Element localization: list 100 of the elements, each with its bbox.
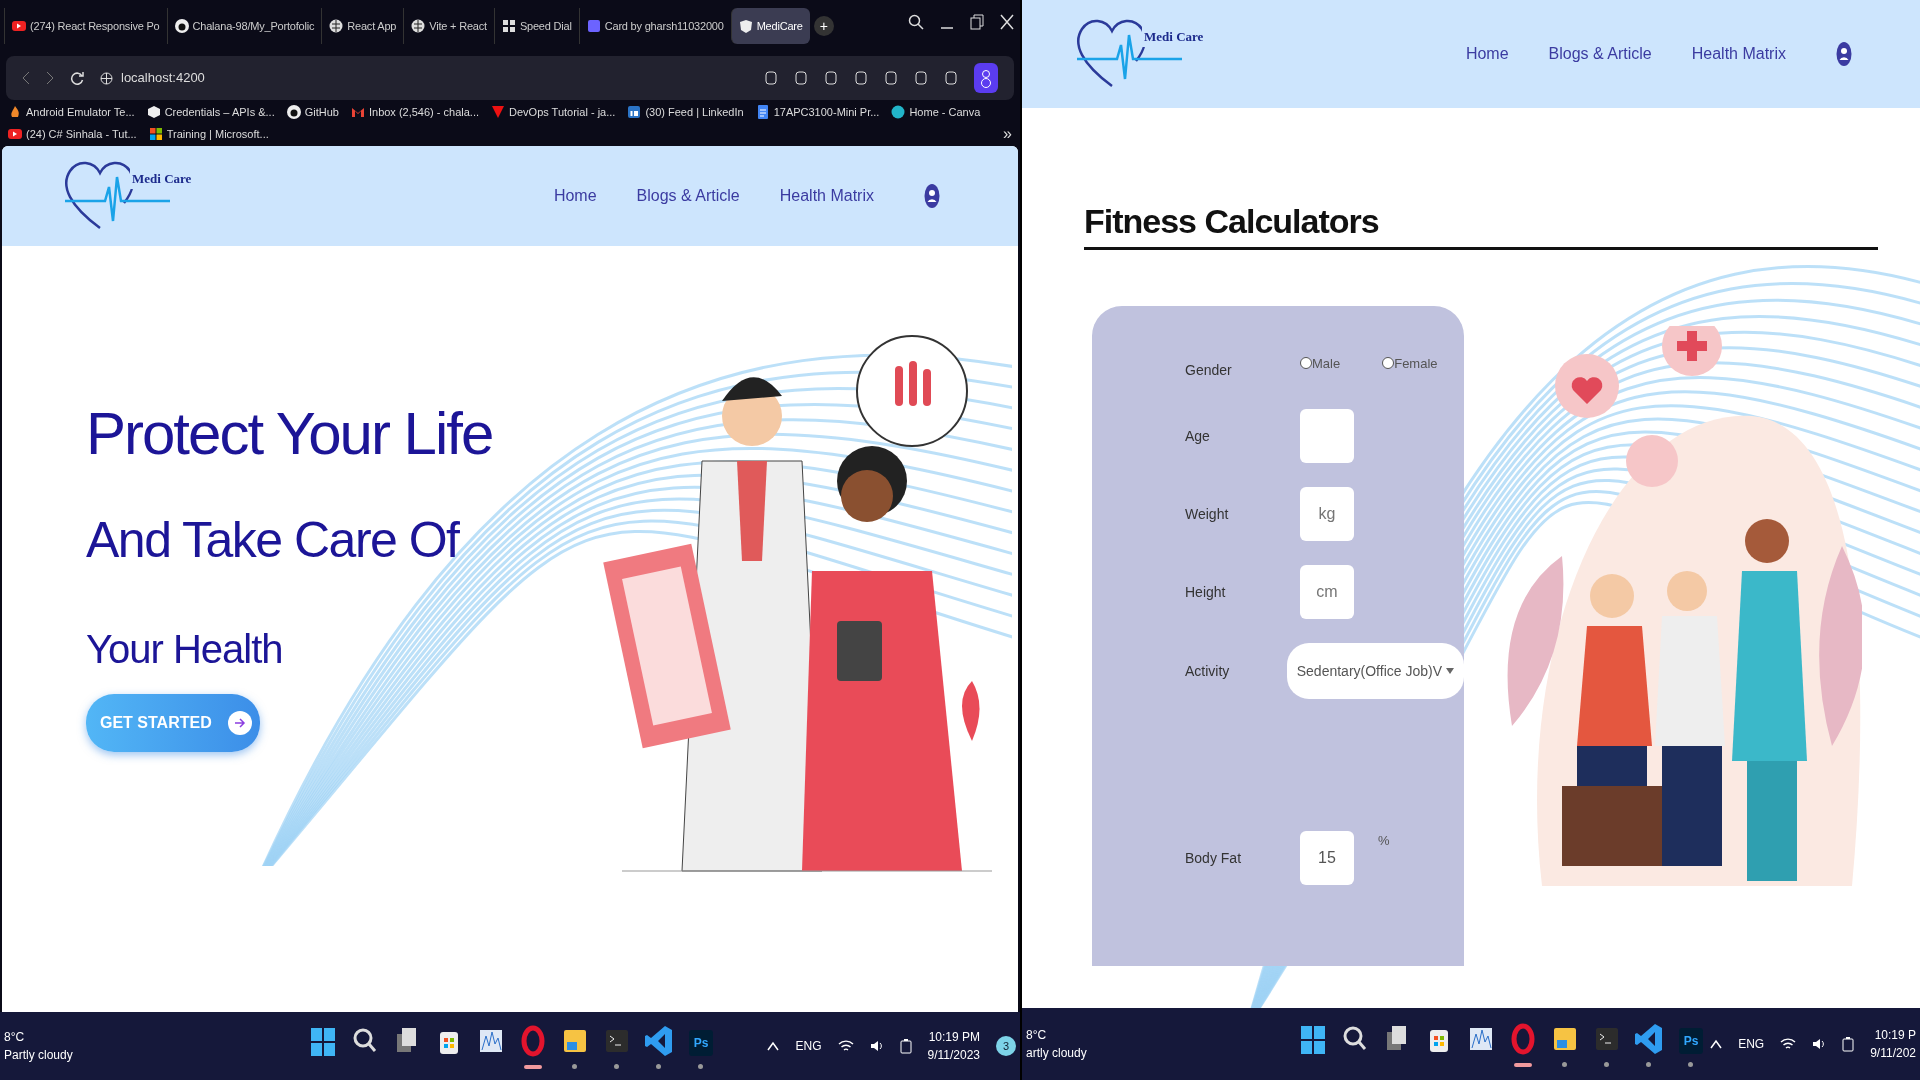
number-input[interactable] xyxy=(1300,409,1354,463)
browser-tab[interactable]: Speed Dial xyxy=(493,8,579,44)
field-label: Weight xyxy=(1185,504,1230,524)
profile-icon[interactable] xyxy=(974,63,998,93)
running-indicator xyxy=(698,1064,703,1069)
field-label: Body Fat xyxy=(1185,848,1243,868)
number-input[interactable]: cm xyxy=(1300,565,1354,619)
hexagon-icon xyxy=(146,105,161,119)
clock-time[interactable]: 10:19 P xyxy=(1870,1026,1916,1044)
document-icon xyxy=(755,105,770,119)
number-input[interactable]: 15 xyxy=(1300,831,1354,885)
radio-label[interactable]: Female xyxy=(1394,353,1438,374)
notification-count[interactable]: 3 xyxy=(996,1036,1016,1056)
browser-tab[interactable]: Vite + React xyxy=(403,8,494,44)
brand-name[interactable]: Medi Care xyxy=(1142,27,1206,47)
number-input[interactable]: kg xyxy=(1300,487,1354,541)
active-indicator xyxy=(1514,1063,1533,1067)
nav-link[interactable]: Blogs & Article xyxy=(1548,42,1652,66)
browser-tab[interactable]: React App xyxy=(321,8,404,44)
bookmark-link[interactable]: 17APC3100-Mini Pr... xyxy=(755,103,880,121)
nav-link[interactable]: Home xyxy=(553,184,597,208)
forward-icon[interactable] xyxy=(46,71,54,85)
grid-icon xyxy=(501,19,516,33)
caret-down-icon xyxy=(1446,668,1454,674)
browser-tab[interactable]: (274) React Responsive Po xyxy=(4,8,167,44)
running-indicator xyxy=(614,1064,619,1069)
hero-heading: Protect Your Life xyxy=(86,399,493,469)
field-label: Gender xyxy=(1185,361,1233,380)
battery-icon[interactable] xyxy=(899,1038,912,1054)
running-indicator xyxy=(1604,1062,1610,1067)
nav-link[interactable]: Home xyxy=(1465,42,1509,66)
field-label: Height xyxy=(1185,582,1227,602)
clock-date[interactable]: 9/11/202 xyxy=(1870,1044,1916,1062)
mail-icon xyxy=(350,105,365,119)
browser-tab[interactable]: Chalana-98/My_Portofolic xyxy=(166,8,322,44)
user-icon[interactable] xyxy=(924,183,940,209)
battery-icon[interactable] xyxy=(1842,1036,1855,1052)
taskbar-button[interactable]: Ps xyxy=(1672,1020,1711,1068)
running-indicator xyxy=(656,1064,661,1069)
chevron-up-icon[interactable] xyxy=(1710,1039,1723,1049)
nav-link[interactable]: Health Matrix xyxy=(1691,42,1786,66)
activity-select[interactable]: Sedentary(Office Job)V xyxy=(1286,643,1464,699)
running-indicator xyxy=(1562,1062,1568,1067)
linkedin-icon xyxy=(627,105,642,119)
restore-icon[interactable] xyxy=(970,14,984,30)
globe-icon xyxy=(100,71,113,85)
clock-time[interactable]: 10:19 PM xyxy=(927,1028,980,1046)
close-icon[interactable] xyxy=(1000,14,1014,30)
taskbar-button[interactable]: Ps xyxy=(682,1022,720,1070)
field-label: Activity xyxy=(1185,661,1231,681)
bookmark-link[interactable]: (24) C# Sinhala - Tut... xyxy=(8,126,137,143)
brand-name[interactable]: Medi Care xyxy=(130,169,194,189)
bookmark-link[interactable]: Home - Canva xyxy=(891,103,981,121)
bookmark-link[interactable]: DevOps Tutorial - ja... xyxy=(491,103,616,121)
running-indicator xyxy=(1646,1062,1652,1067)
bookmark-link[interactable]: Credentials – APIs &... xyxy=(146,103,275,121)
reload-icon[interactable] xyxy=(70,71,84,85)
bookmark-link[interactable]: GitHub xyxy=(286,103,339,121)
search-icon[interactable] xyxy=(908,14,924,30)
language-indicator[interactable]: ENG xyxy=(1738,1035,1765,1053)
ps-app-icon: Ps xyxy=(1679,1028,1704,1054)
running-indicator xyxy=(1688,1062,1694,1067)
chevron-up-icon[interactable] xyxy=(767,1041,780,1051)
new-tab-button[interactable]: + xyxy=(813,16,834,36)
clock-date[interactable]: 9/11/2023 xyxy=(927,1046,980,1064)
weather-text: artly cloudy xyxy=(1026,1045,1088,1062)
field-label: Age xyxy=(1185,426,1211,446)
nav-link[interactable]: Health Matrix xyxy=(779,184,874,208)
weather-text: Partly cloudy xyxy=(4,1047,74,1064)
radio-label[interactable]: Male xyxy=(1312,353,1341,374)
circle-logo-icon xyxy=(891,105,906,119)
wifi-icon[interactable] xyxy=(837,1039,854,1053)
windows-logo-icon xyxy=(148,127,163,142)
temperature-text: 8°C xyxy=(4,1029,26,1046)
language-indicator[interactable]: ENG xyxy=(795,1037,822,1055)
globe-icon xyxy=(411,19,426,33)
speaker-icon[interactable] xyxy=(869,1039,884,1053)
speaker-icon[interactable] xyxy=(1812,1037,1827,1051)
running-indicator xyxy=(572,1064,577,1069)
bookmarks-overflow-button[interactable]: » xyxy=(1003,122,1012,147)
nav-link[interactable]: Blogs & Article xyxy=(636,184,740,208)
bookmark-link[interactable]: (30) Feed | LinkedIn xyxy=(627,103,744,121)
ps-app-icon: Ps xyxy=(689,1030,713,1056)
bookmark-link[interactable]: Android Emulator Te... xyxy=(8,103,135,121)
page-title: Fitness Calculators xyxy=(1084,201,1380,242)
radio-button[interactable] xyxy=(1382,356,1395,369)
bookmark-link[interactable]: Inbox (2,546) - chala... xyxy=(350,103,479,121)
arrow-right-icon xyxy=(233,717,246,728)
bookmark-link[interactable]: Training | Microsoft... xyxy=(148,126,269,143)
cat-icon xyxy=(174,19,189,33)
browser-tab[interactable]: MediCare xyxy=(730,8,810,44)
back-icon[interactable] xyxy=(22,71,30,85)
user-icon[interactable] xyxy=(1836,41,1852,67)
wifi-icon[interactable] xyxy=(1780,1037,1797,1051)
hero-subheading: Your Health xyxy=(86,625,283,673)
flame-icon xyxy=(8,105,22,119)
temperature-text: 8°C xyxy=(1026,1027,1048,1044)
radio-button[interactable] xyxy=(1300,356,1312,369)
browser-tab[interactable]: Card by gharsh11032000 xyxy=(578,8,731,44)
globe-icon xyxy=(329,19,344,33)
